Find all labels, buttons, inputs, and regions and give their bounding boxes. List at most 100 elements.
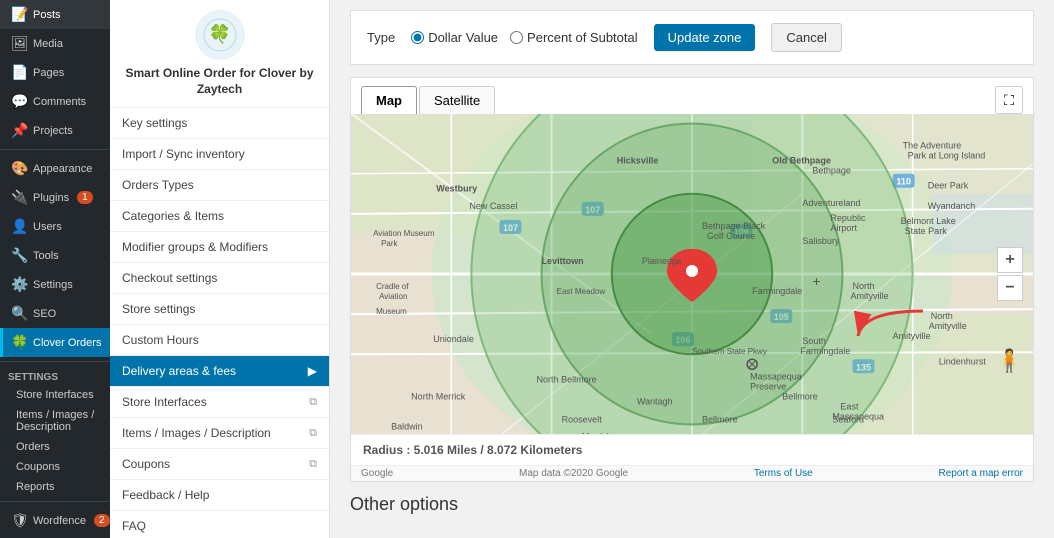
plugin-menu-key-settings[interactable]: Key settings xyxy=(110,108,329,139)
sub-item-coupons[interactable]: Coupons xyxy=(0,457,110,477)
admin-sidebar: 📝 Posts 🖼 Media 📄 Pages 💬 Comments 📌 Pro… xyxy=(0,0,110,538)
settings-section-header: Settings xyxy=(0,366,110,385)
plugin-menu-modifier-groups[interactable]: Modifier groups & Modifiers xyxy=(110,232,329,263)
svg-text:Salisbury: Salisbury xyxy=(802,236,840,246)
plugin-menu-store-interfaces[interactable]: Store Interfaces ⧉ xyxy=(110,387,329,418)
plugin-menu-checkout[interactable]: Checkout settings xyxy=(110,263,329,294)
menu-label: Coupons xyxy=(122,457,170,471)
sidebar-item-label: Posts xyxy=(33,9,61,21)
zoom-in-button[interactable]: + xyxy=(997,247,1023,273)
svg-text:Amityville: Amityville xyxy=(929,321,967,331)
plugin-title: Smart Online Order for Clover by Zaytech xyxy=(118,66,321,97)
sub-item-orders[interactable]: Orders xyxy=(0,437,110,457)
media-icon: 🖼 xyxy=(11,35,27,52)
sub-item-store-interfaces[interactable]: Store Interfaces xyxy=(0,385,110,405)
svg-text:Old Bethpage: Old Bethpage xyxy=(772,156,831,166)
sidebar-item-media[interactable]: 🖼 Media xyxy=(0,29,110,58)
comments-icon: 💬 xyxy=(11,93,27,110)
sidebar-item-appearance[interactable]: 🎨 Appearance xyxy=(0,154,110,183)
svg-text:North: North xyxy=(852,281,874,291)
seo-icon: 🔍 xyxy=(11,305,27,322)
users-icon: 👤 xyxy=(11,218,27,235)
svg-text:North: North xyxy=(931,311,953,321)
plugin-menu-faq[interactable]: FAQ xyxy=(110,511,329,538)
menu-label: Store Interfaces xyxy=(122,395,207,409)
menu-label: Import / Sync inventory xyxy=(122,147,245,161)
svg-text:+: + xyxy=(812,273,820,289)
sidebar-item-plugins[interactable]: 🔌 Plugins 1 xyxy=(0,183,110,212)
menu-label: Categories & Items xyxy=(122,209,224,223)
plugin-menu-feedback[interactable]: Feedback / Help xyxy=(110,480,329,511)
map-arrow-indicator xyxy=(843,301,933,354)
sidebar-item-pages[interactable]: 📄 Pages xyxy=(0,58,110,87)
plugin-menu-items-images[interactable]: Items / Images / Description ⧉ xyxy=(110,418,329,449)
radio-dollar-value[interactable]: Dollar Value xyxy=(411,30,498,45)
sidebar-item-clover-orders[interactable]: 🍀 Clover Orders xyxy=(0,328,110,357)
menu-label: Store settings xyxy=(122,302,195,316)
update-zone-button[interactable]: Update zone xyxy=(654,24,756,51)
sidebar-item-wordfence[interactable]: 🛡 Wordfence 2 xyxy=(0,506,110,535)
sidebar-item-label: Plugins xyxy=(33,192,69,204)
sidebar-item-label: Users xyxy=(33,221,62,233)
svg-text:Museum: Museum xyxy=(376,307,407,316)
plugin-menu-import-sync[interactable]: Import / Sync inventory xyxy=(110,139,329,170)
radio-input-dollar[interactable] xyxy=(411,31,424,44)
sub-item-items-images[interactable]: Items / Images / Description xyxy=(0,405,110,437)
sidebar-item-tools[interactable]: 🔧 Tools xyxy=(0,241,110,270)
svg-text:Farmingdale: Farmingdale xyxy=(752,286,802,296)
map-tab-satellite[interactable]: Satellite xyxy=(419,86,495,114)
zoom-out-button[interactable]: − xyxy=(997,275,1023,301)
svg-text:State Park: State Park xyxy=(905,226,948,236)
svg-text:Westbury: Westbury xyxy=(436,184,477,194)
map-container: Map Satellite ⛶ xyxy=(350,77,1034,482)
svg-text:🍀: 🍀 xyxy=(208,23,230,44)
svg-text:Merrick: Merrick xyxy=(582,431,612,434)
svg-text:Republic: Republic xyxy=(830,213,866,223)
sidebar-item-users[interactable]: 👤 Users xyxy=(0,212,110,241)
sidebar-item-projects[interactable]: 📌 Projects xyxy=(0,116,110,145)
google-label: Google xyxy=(361,468,393,479)
map-attribution: Google Map data ©2020 Google Terms of Us… xyxy=(351,465,1033,481)
cancel-button[interactable]: Cancel xyxy=(771,23,841,52)
street-view-person[interactable]: 🧍 xyxy=(996,348,1023,374)
plugin-sidebar: 🍀 Smart Online Order for Clover by Zayte… xyxy=(110,0,330,538)
menu-label: Modifier groups & Modifiers xyxy=(122,240,268,254)
terms-link[interactable]: Terms of Use xyxy=(754,468,813,479)
plugin-menu-orders-types[interactable]: Orders Types xyxy=(110,170,329,201)
sidebar-item-posts[interactable]: 📝 Posts xyxy=(0,0,110,29)
svg-text:South: South xyxy=(802,336,826,346)
sub-item-reports[interactable]: Reports xyxy=(0,477,110,497)
sidebar-item-label: Projects xyxy=(33,125,73,137)
map-tabs: Map Satellite ⛶ xyxy=(351,78,1033,114)
map-tab-map[interactable]: Map xyxy=(361,86,417,114)
svg-text:Aviation Museum: Aviation Museum xyxy=(373,229,435,238)
sidebar-item-seo[interactable]: 🔍 SEO xyxy=(0,299,110,328)
radio-percent-subtotal[interactable]: Percent of Subtotal xyxy=(510,30,638,45)
report-link[interactable]: Report a map error xyxy=(938,468,1022,479)
menu-label: Feedback / Help xyxy=(122,488,209,502)
sidebar-item-comments[interactable]: 💬 Comments xyxy=(0,87,110,116)
svg-text:Bethpage: Bethpage xyxy=(812,166,851,176)
plugin-menu-custom-hours[interactable]: Custom Hours xyxy=(110,325,329,356)
svg-text:Plainedge: Plainedge xyxy=(642,256,682,266)
svg-text:Cradle of: Cradle of xyxy=(376,282,409,291)
map-zoom-controls: + − xyxy=(997,247,1023,301)
pages-icon: 📄 xyxy=(11,64,27,81)
svg-text:Massapequa: Massapequa xyxy=(832,411,885,421)
svg-text:The Adventure: The Adventure xyxy=(903,141,962,151)
map-area[interactable]: 107 107 109 105 106 135 110 xyxy=(351,114,1033,434)
svg-text:Bethpage Black: Bethpage Black xyxy=(702,221,766,231)
external-icon: ⧉ xyxy=(309,396,317,409)
svg-text:Belmont Lake: Belmont Lake xyxy=(901,216,956,226)
plugin-menu-store-settings[interactable]: Store settings xyxy=(110,294,329,325)
sidebar-item-settings[interactable]: ⚙️ Settings xyxy=(0,270,110,299)
plugin-menu-delivery-areas[interactable]: Delivery areas & fees ▶ xyxy=(110,356,329,387)
svg-text:Preserve: Preserve xyxy=(750,381,786,391)
sidebar-item-label: Pages xyxy=(33,67,64,79)
map-fullscreen-button[interactable]: ⛶ xyxy=(995,86,1023,114)
zone-form-bar: Type Dollar Value Percent of Subtotal Up… xyxy=(350,10,1034,65)
plugin-menu-categories[interactable]: Categories & Items xyxy=(110,201,329,232)
type-radio-group: Dollar Value Percent of Subtotal xyxy=(411,30,637,45)
radio-input-percent[interactable] xyxy=(510,31,523,44)
plugin-menu-coupons[interactable]: Coupons ⧉ xyxy=(110,449,329,480)
